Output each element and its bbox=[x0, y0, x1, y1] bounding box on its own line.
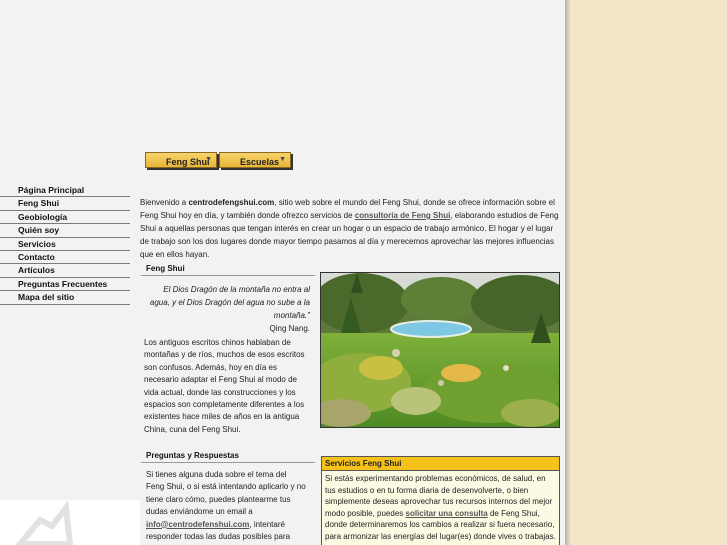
divider bbox=[141, 462, 315, 463]
sidebar-navigation: Página Principal Feng Shui Geobiología Q… bbox=[0, 184, 130, 305]
chevron-down-icon: ▼ bbox=[205, 156, 212, 163]
quote-author: Qing Nang. bbox=[269, 324, 310, 333]
intro-paragraph: Bienvenido a centrodefengshui.com, sitio… bbox=[140, 196, 560, 261]
sidebar-item-geobiologia[interactable]: Geobiología bbox=[0, 211, 130, 225]
services-box-text: Si estás experimentando problemas económ… bbox=[322, 471, 559, 545]
tab-label: Feng Shui bbox=[166, 157, 210, 167]
services-box-title: Servicios Feng Shui bbox=[322, 457, 559, 471]
sidebar-item-preguntas-frecuentes[interactable]: Preguntas Frecuentes bbox=[0, 278, 130, 292]
services-box: Servicios Feng Shui Si estás experimenta… bbox=[321, 456, 560, 545]
watermark-graphic bbox=[0, 500, 140, 545]
solicitar-consulta-link[interactable]: solicitar una consulta bbox=[406, 509, 488, 518]
divider bbox=[141, 275, 315, 276]
feng-shui-body: Los antiguos escritos chinos hablaban de… bbox=[144, 338, 305, 434]
page: Feng Shui ▼ Escuelas ▼ Página Principal … bbox=[0, 0, 565, 545]
consultoria-link[interactable]: consultoría de Feng Shui bbox=[355, 211, 451, 220]
quote: El Dios Dragón de la montaña no entra al… bbox=[146, 283, 310, 335]
quote-text: El Dios Dragón de la montaña no entra al… bbox=[149, 285, 310, 320]
sidebar-item-mapa-del-sitio[interactable]: Mapa del sitio bbox=[0, 291, 130, 305]
section-title-faq: Preguntas y Respuestas bbox=[146, 451, 239, 460]
sidebar-item-pagina-principal[interactable]: Página Principal bbox=[0, 184, 130, 198]
faq-text: Si tienes alguna duda sobre el tema del … bbox=[146, 470, 306, 517]
intro-text: Bienvenido a bbox=[140, 198, 189, 207]
top-navigation: Feng Shui ▼ Escuelas ▼ bbox=[145, 152, 293, 170]
garden-photo bbox=[320, 272, 560, 428]
section-title-feng-shui: Feng Shui bbox=[146, 264, 185, 273]
email-link[interactable]: info@centrodefenshui.com bbox=[146, 520, 249, 529]
sidebar-item-articulos[interactable]: Artículos bbox=[0, 264, 130, 278]
sidebar-item-quien-soy[interactable]: Quién soy bbox=[0, 224, 130, 238]
site-name: centrodefengshui.com bbox=[188, 198, 275, 207]
garden-photo-image bbox=[321, 273, 559, 427]
faq-body: Si tienes alguna duda sobre el tema del … bbox=[146, 469, 306, 545]
page-shadow bbox=[565, 0, 570, 545]
sidebar-item-feng-shui[interactable]: Feng Shui bbox=[0, 197, 130, 211]
tab-label: Escuelas bbox=[240, 157, 280, 167]
tab-escuelas[interactable]: Escuelas ▼ bbox=[219, 152, 291, 168]
tab-feng-shui[interactable]: Feng Shui ▼ bbox=[145, 152, 217, 168]
chevron-down-icon: ▼ bbox=[279, 156, 286, 163]
sidebar-item-contacto[interactable]: Contacto bbox=[0, 251, 130, 265]
decorative-watermark-icon bbox=[15, 500, 74, 545]
sidebar-item-servicios[interactable]: Servicios bbox=[0, 238, 130, 251]
